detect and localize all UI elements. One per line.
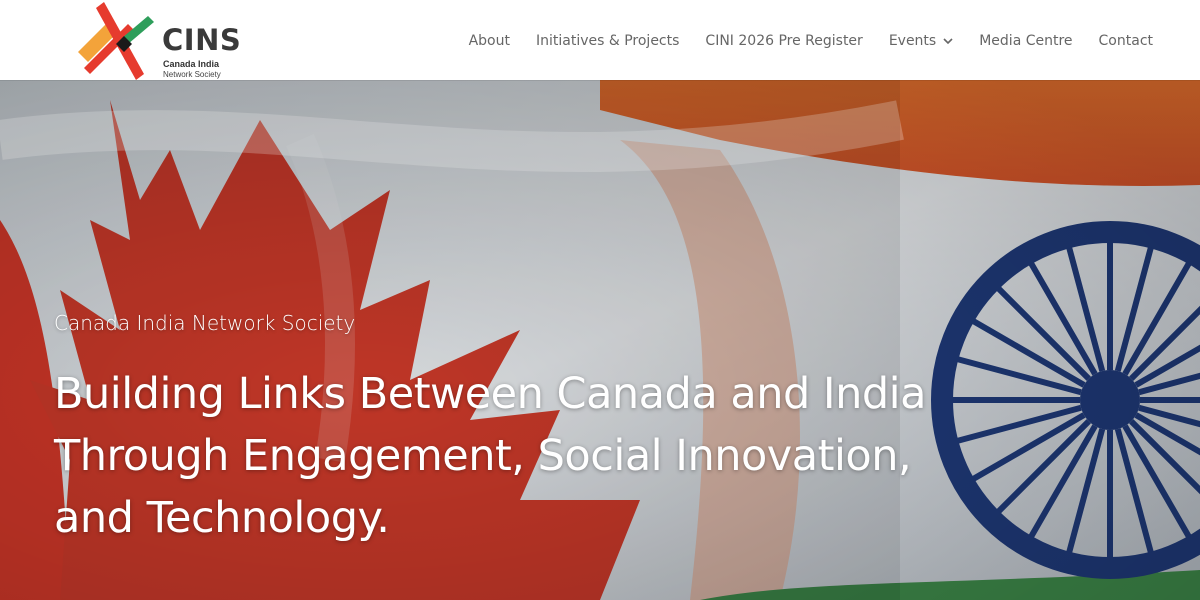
cins-logo[interactable]: CINS Canada India Network Society — [76, 2, 246, 80]
hero-banner: Canada India Network Society Building Li… — [0, 80, 1200, 600]
cins-logo-mark-icon — [78, 2, 154, 80]
nav-events-label: Events — [888, 33, 937, 49]
nav-events[interactable]: Events — [889, 32, 953, 50]
hero-tagline: Canada India Network Society — [54, 311, 356, 335]
logo-subtitle-line1: Canada India — [163, 59, 220, 69]
nav-initiatives-label: Initiatives & Projects — [535, 33, 680, 49]
logo-subtitle-line2: Network Society — [163, 70, 221, 79]
nav-cini-2026-pre-register[interactable]: CINI 2026 Pre Register — [705, 32, 862, 50]
nav-contact[interactable]: Contact — [1099, 32, 1153, 50]
nav-contact-label: Contact — [1098, 33, 1153, 49]
nav-about[interactable]: About — [469, 32, 510, 50]
site-header: CINS Canada India Network Society About … — [0, 0, 1200, 80]
hero-headline: Building Links Between Canada and India … — [54, 369, 926, 543]
logo-wordmark: CINS — [162, 23, 242, 57]
nav-about-label: About — [468, 33, 510, 49]
nav-media-label: Media Centre — [979, 33, 1073, 49]
nav-initiatives-projects[interactable]: Initiatives & Projects — [536, 32, 679, 50]
nav-media-centre[interactable]: Media Centre — [979, 32, 1072, 50]
main-nav: About Initiatives & Projects CINI 2026 P… — [469, 32, 1153, 50]
nav-cini-label: CINI 2026 Pre Register — [705, 33, 863, 49]
chevron-down-icon — [943, 37, 953, 44]
